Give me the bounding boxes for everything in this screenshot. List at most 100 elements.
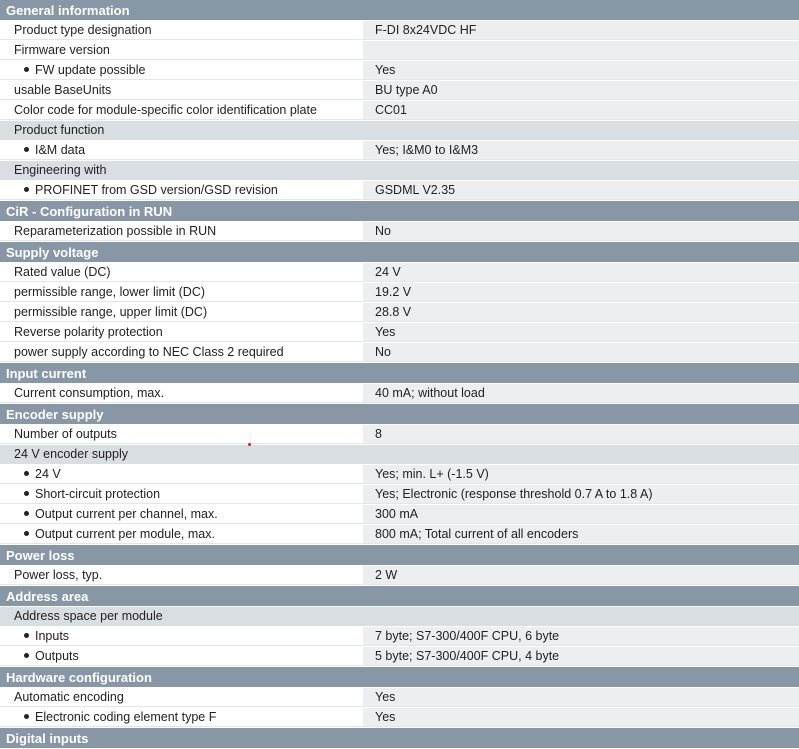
spec-row: permissible range, upper limit (DC) 28.8 … [0, 303, 799, 323]
spec-label-cell: Output current per module, max. [0, 525, 362, 544]
bullet-icon [24, 653, 29, 659]
spec-label-cell: FW update possible [0, 61, 362, 80]
spec-row: Reverse polarity protection Yes [0, 323, 799, 343]
spec-label-cell: permissible range, lower limit (DC) [0, 283, 362, 302]
spec-value: 28.8 V [362, 303, 799, 322]
spec-row: Electronic coding element type F Yes [0, 708, 799, 728]
spec-row: Output current per channel, max. 300 mA [0, 505, 799, 525]
spec-row: Inputs 7 byte; S7-300/400F CPU, 6 byte [0, 627, 799, 647]
spec-value: 300 mA [362, 505, 799, 524]
spec-value: No [362, 343, 799, 362]
spec-label: Short-circuit protection [35, 487, 161, 501]
spec-row: Firmware version [0, 41, 799, 61]
spec-value: Yes; Electronic (response threshold 0.7 … [362, 485, 799, 504]
spec-label-cell: Reverse polarity protection [0, 323, 362, 342]
section-header: General information [0, 0, 799, 21]
spec-label-cell: Automatic encoding [0, 688, 362, 707]
group-header: 24 V encoder supply [0, 445, 799, 465]
spec-value: 8 [362, 425, 799, 444]
spec-label-cell: usable BaseUnits [0, 81, 362, 100]
bullet-icon [24, 187, 29, 193]
spec-label-cell: Inputs [0, 627, 362, 646]
spec-label-cell: 24 V [0, 465, 362, 484]
spec-row: Product type designation F-DI 8x24VDC HF [0, 21, 799, 41]
group-header: Address space per module [0, 607, 799, 627]
spec-label-cell: Power loss, typ. [0, 566, 362, 585]
spec-label-cell: Short-circuit protection [0, 485, 362, 504]
spec-label: Reparameterization possible in RUN [14, 224, 217, 238]
spec-label: usable BaseUnits [14, 83, 112, 97]
spec-value: 800 mA; Total current of all encoders [362, 525, 799, 544]
spec-label: Reverse polarity protection [14, 325, 163, 339]
spec-row: I&M data Yes; I&M0 to I&M3 [0, 141, 799, 161]
group-label: 24 V encoder supply [14, 447, 128, 461]
spec-label: FW update possible [35, 63, 146, 77]
bullet-icon [24, 147, 29, 153]
spec-label: Output current per module, max. [35, 527, 215, 541]
spec-row: usable BaseUnits BU type A0 [0, 81, 799, 101]
spec-label-cell: Rated value (DC) [0, 263, 362, 282]
group-header: Product function [0, 121, 799, 141]
spec-row: Rated value (DC) 24 V [0, 263, 799, 283]
spec-label: Product type designation [14, 23, 152, 37]
spec-label: Power loss, typ. [14, 568, 103, 582]
spec-label: permissible range, upper limit (DC) [14, 305, 208, 319]
spec-value: 2 W [362, 566, 799, 585]
spec-value [362, 41, 799, 60]
spec-label-cell: Color code for module-specific color ide… [0, 101, 362, 120]
spec-label-cell: Electronic coding element type F [0, 708, 362, 727]
group-label: Address space per module [14, 609, 163, 623]
spec-label: PROFINET from GSD version/GSD revision [35, 183, 278, 197]
spec-table: General information Product type designat… [0, 0, 799, 749]
spec-value: No [362, 222, 799, 241]
group-label: Engineering with [14, 163, 107, 177]
spec-value: F-DI 8x24VDC HF [362, 21, 799, 40]
spec-value: 19.2 V [362, 283, 799, 302]
bullet-icon [24, 633, 29, 639]
spec-label-cell: power supply according to NEC Class 2 re… [0, 343, 362, 362]
spec-row: Color code for module-specific color ide… [0, 101, 799, 121]
spec-label-cell: permissible range, upper limit (DC) [0, 303, 362, 322]
spec-label-cell: Number of outputs [0, 425, 362, 444]
spec-value: Yes [362, 708, 799, 727]
section-header: Hardware configuration [0, 667, 799, 688]
spec-value: BU type A0 [362, 81, 799, 100]
spec-row: permissible range, lower limit (DC) 19.2 … [0, 283, 799, 303]
spec-row: Short-circuit protection Yes; Electronic … [0, 485, 799, 505]
spec-label: Output current per channel, max. [35, 507, 218, 521]
spec-value: 5 byte; S7-300/400F CPU, 4 byte [362, 647, 799, 666]
spec-row: Current consumption, max. 40 mA; without … [0, 384, 799, 404]
spec-label: power supply according to NEC Class 2 re… [14, 345, 284, 359]
spec-row: Automatic encoding Yes [0, 688, 799, 708]
spec-row: Output current per module, max. 800 mA; T… [0, 525, 799, 545]
spec-value: Yes; min. L+ (-1.5 V) [362, 465, 799, 484]
bullet-icon [24, 714, 29, 720]
bullet-icon [24, 511, 29, 517]
bullet-icon [24, 491, 29, 497]
section-header: Input current [0, 363, 799, 384]
spec-row: Outputs 5 byte; S7-300/400F CPU, 4 byte [0, 647, 799, 667]
spec-value: GSDML V2.35 [362, 181, 799, 200]
spec-value: Yes [362, 688, 799, 707]
spec-row: PROFINET from GSD version/GSD revision GS… [0, 181, 799, 201]
bullet-icon [24, 67, 29, 73]
spec-value: Yes [362, 61, 799, 80]
spec-label-cell: Product type designation [0, 21, 362, 40]
spec-label-cell: Current consumption, max. [0, 384, 362, 403]
group-header: Engineering with [0, 161, 799, 181]
spec-value: CC01 [362, 101, 799, 120]
spec-label-cell: I&M data [0, 141, 362, 160]
spec-row: 24 V Yes; min. L+ (-1.5 V) [0, 465, 799, 485]
section-header: Supply voltage [0, 242, 799, 263]
spec-label-cell: Firmware version [0, 41, 362, 60]
spec-label: Electronic coding element type F [35, 710, 217, 724]
spec-label: 24 V [35, 467, 61, 481]
section-header: Address area [0, 586, 799, 607]
spec-label: Outputs [35, 649, 79, 663]
spec-label: Firmware version [14, 43, 110, 57]
spec-value: 24 V [362, 263, 799, 282]
spec-label: Inputs [35, 629, 70, 643]
spec-value: Yes; I&M0 to I&M3 [362, 141, 799, 160]
spec-label-cell: PROFINET from GSD version/GSD revision [0, 181, 362, 200]
spec-label: Number of outputs [14, 427, 117, 441]
